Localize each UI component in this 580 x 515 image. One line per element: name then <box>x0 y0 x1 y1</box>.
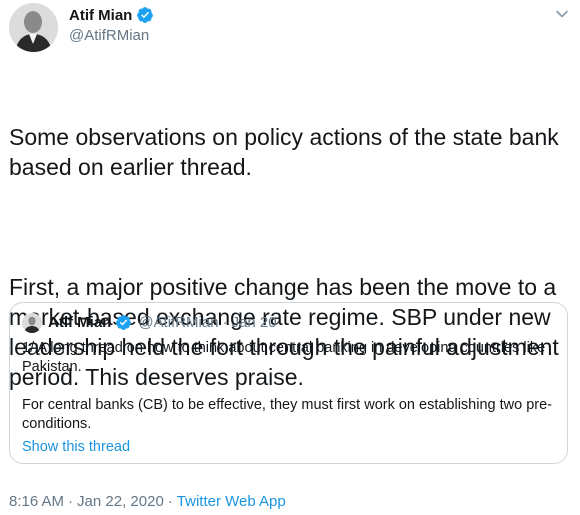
quoted-date: Jan 20 <box>231 314 277 331</box>
avatar[interactable] <box>9 3 58 52</box>
show-thread-link[interactable]: Show this thread <box>22 439 130 455</box>
quoted-header: Atif Mian @AtifRMian · Jan 20 <box>48 314 277 331</box>
author-handle[interactable]: @AtifRMian <box>69 27 149 44</box>
tweet-source-link[interactable]: Twitter Web App <box>177 493 286 510</box>
verified-badge-icon <box>136 6 154 24</box>
tweet-card: Atif Mian @AtifRMian Some observations o… <box>0 0 580 515</box>
quoted-paragraph: 1/ A long thread on how to think about c… <box>22 340 546 375</box>
chevron-down-icon[interactable] <box>552 4 572 24</box>
quoted-author-name: Atif Mian <box>48 314 112 331</box>
tweet-date[interactable]: Jan 22, 2020 <box>77 493 164 510</box>
quoted-tweet[interactable]: Atif Mian @AtifRMian · Jan 20 1/ A long … <box>9 302 568 464</box>
quoted-separator: · <box>222 314 228 331</box>
quoted-author-handle: @AtifRMian <box>138 314 219 331</box>
author-name-row: Atif Mian <box>69 6 154 24</box>
tweet-footer: 8:16 AM · Jan 22, 2020 · Twitter Web App <box>9 493 286 510</box>
verified-badge-icon <box>115 314 132 331</box>
footer-separator: · <box>68 493 74 510</box>
tweet-time[interactable]: 8:16 AM <box>9 493 64 510</box>
tweet-paragraph: Some observations on policy actions of t… <box>9 124 566 180</box>
quoted-avatar <box>22 313 42 333</box>
author-name[interactable]: Atif Mian <box>69 7 132 24</box>
quoted-paragraph: For central banks (CB) to be effective, … <box>22 397 553 432</box>
footer-separator: · <box>167 493 173 510</box>
quoted-text: 1/ A long thread on how to think about c… <box>22 339 552 434</box>
